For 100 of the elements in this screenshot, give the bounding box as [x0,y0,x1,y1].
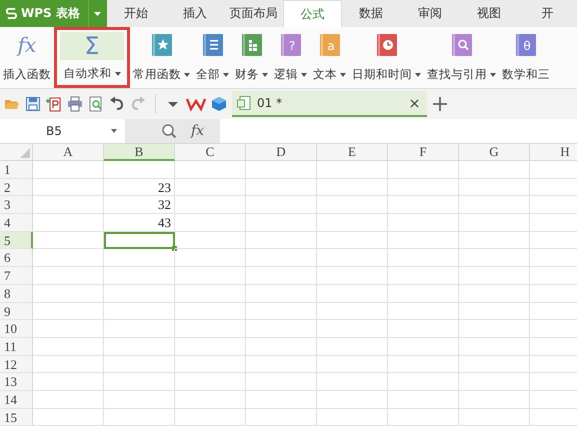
ribbon-tab[interactable]: 公式 [282,0,342,27]
table-cell [175,408,246,426]
table-cell [317,408,388,426]
ribbon-button[interactable]: fx 插入函数 [0,27,54,88]
table-cell [104,302,175,320]
ribbon-button[interactable]: Σ 自动求和 [54,27,130,88]
table-cell [246,161,317,179]
table-cell [175,249,246,268]
table-cell [317,161,388,179]
zoom-icon[interactable] [160,123,177,139]
row-header[interactable]: 12 [0,356,33,374]
function-icon[interactable]: fx [190,123,204,139]
table-cell [246,356,317,374]
ribbon-tab[interactable]: 开始 [106,0,166,27]
table-cell [33,390,104,409]
row-header[interactable]: 4 [0,214,33,232]
table-cell [246,320,317,338]
pdf-export-icon[interactable] [46,96,62,112]
table-cell [104,267,175,285]
row-header[interactable]: 3 [0,196,33,214]
ribbon-tab[interactable]: 审阅 [400,0,460,27]
table-cell [175,232,246,250]
ribbon-tab[interactable]: 页面布局 [224,0,283,27]
ribbon-tab[interactable]: 开 [518,0,577,27]
table-cell [317,196,388,214]
ribbon-button[interactable]: 常用函数 [130,27,193,88]
table-cell [317,284,388,302]
row-header[interactable]: 6 [0,249,33,268]
ribbon-tab[interactable]: 视图 [459,0,518,27]
row-header[interactable]: 7 [0,267,33,285]
table-cell [317,302,388,320]
app-dropdown[interactable] [88,0,107,27]
cube-icon[interactable] [211,96,227,112]
table-cell [246,178,317,196]
table-cell [175,267,246,285]
ribbon-button[interactable]: 财务 [232,27,271,88]
ribbon-tab[interactable]: 数据 [342,0,401,27]
print-preview-icon[interactable] [88,96,104,112]
row-header[interactable]: 9 [0,302,33,320]
table-cell [175,356,246,374]
row-header[interactable]: 1 [0,161,33,179]
app-menu-button[interactable]: WPS 表格 [0,0,88,27]
row-header[interactable]: 14 [0,390,33,409]
ribbon-button[interactable]: θ 数学和三 [499,27,553,88]
undo-icon[interactable] [109,96,125,112]
table-cell [246,196,317,214]
ribbon-button[interactable]: 全部 [193,27,232,88]
table-cell [33,373,104,391]
ribbon-button[interactable]: a 文本 [310,27,349,88]
row-header[interactable]: 5 [0,232,33,250]
column-header[interactable]: F [388,144,459,161]
row-header[interactable]: 8 [0,284,33,302]
table-cell [104,356,175,374]
ribbon-button[interactable]: 日期和时间 [349,27,424,88]
table-cell [246,249,317,268]
column-header[interactable]: H [530,144,577,161]
table-cell [246,214,317,232]
document-tab[interactable]: 01 * [232,91,427,117]
table-cell [388,408,459,426]
row-header[interactable]: 15 [0,408,33,426]
table-cell [459,214,530,232]
printer-icon[interactable] [67,96,83,112]
table-cell [246,338,317,356]
table-cell [459,161,530,179]
table-cell [388,390,459,409]
table-cell [317,338,388,356]
column-header[interactable]: A [33,144,104,161]
row-header[interactable]: 10 [0,320,33,338]
row-header[interactable]: 13 [0,373,33,391]
table-cell [175,390,246,409]
row-header[interactable]: 2 [0,178,33,196]
table-cell [33,249,104,268]
column-header[interactable]: G [459,144,530,161]
table-cell [388,320,459,338]
column-header[interactable]: E [317,144,388,161]
table-cell [175,302,246,320]
wps-w-icon[interactable] [186,96,206,112]
table-cell [175,320,246,338]
column-header[interactable]: D [246,144,317,161]
table-cell [388,196,459,214]
column-header[interactable]: B [104,144,175,161]
column-header[interactable]: C [175,144,246,161]
table-cell [388,249,459,268]
table-cell [388,338,459,356]
table-cell: 23 [104,178,175,196]
table-cell [175,373,246,391]
sum-icon: Σ [84,32,100,60]
row-header[interactable]: 11 [0,338,33,356]
new-tab-icon[interactable] [432,96,448,112]
ribbon-button[interactable]: ? 逻辑 [271,27,310,88]
table-cell [104,408,175,426]
ribbon-button[interactable]: 查找与引用 [424,27,499,88]
table-cell [317,320,388,338]
table-cell [33,320,104,338]
table-cell [33,338,104,356]
table-cell [388,356,459,374]
caret-icon [94,12,102,16]
ribbon-tab[interactable]: 插入 [165,0,224,27]
save-icon[interactable] [25,96,41,112]
close-icon[interactable] [410,98,419,108]
